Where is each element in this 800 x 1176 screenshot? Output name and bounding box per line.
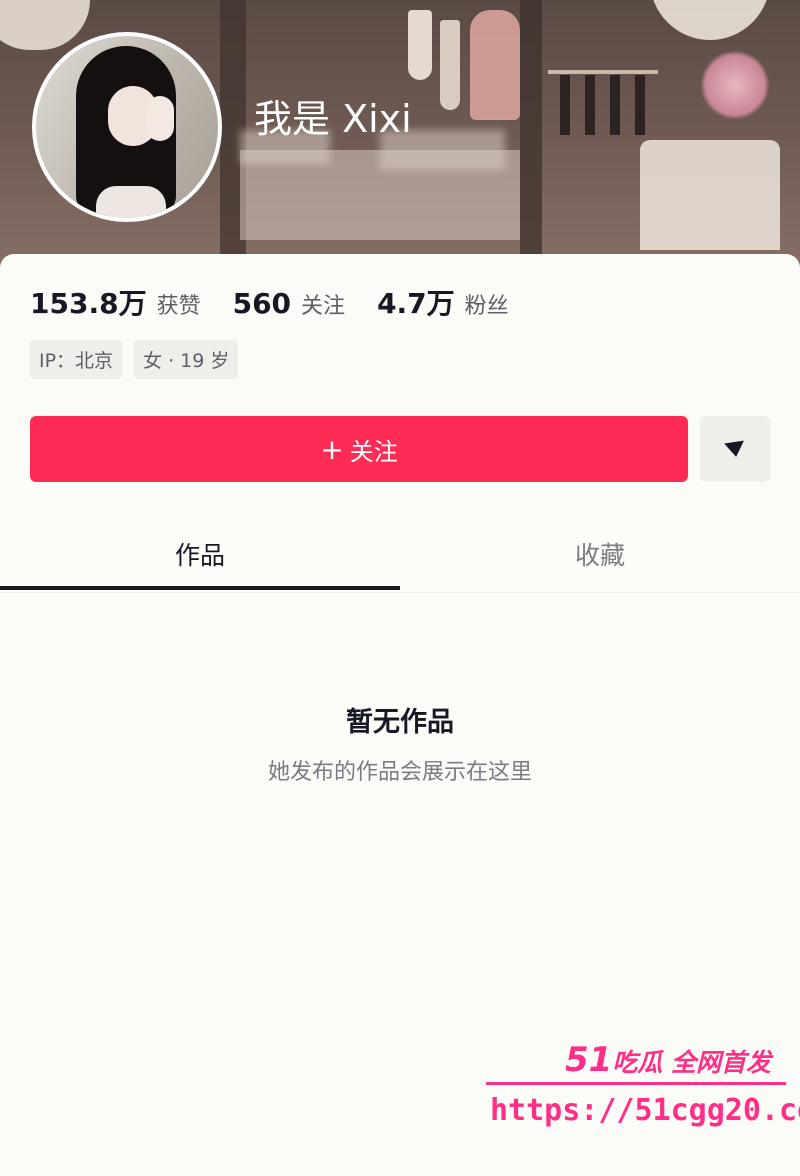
watermark-divider <box>486 1082 786 1085</box>
watermark-brand: 51吃瓜 全网首发 <box>565 1040 771 1080</box>
watermark-brand-number: 51 <box>565 1040 613 1080</box>
avatar[interactable] <box>32 32 222 222</box>
profile-nickname: 我是 Xixi <box>254 97 412 141</box>
profile-cover: 我是 Xixi <box>0 0 800 290</box>
cover-flowers <box>700 50 770 120</box>
avatar-image <box>36 36 218 218</box>
watermark-brand-text: 吃瓜 全网首发 <box>612 1048 772 1077</box>
cover-figure <box>470 10 520 120</box>
follow-label: 关注 <box>349 437 398 466</box>
follow-button[interactable]: + 关注 <box>30 416 688 482</box>
triangle-down-icon <box>724 440 744 457</box>
profile-stats: 153.8万 获赞 560 关注 4.7万 粉丝 <box>30 282 541 322</box>
tab-works[interactable]: 作品 <box>0 516 400 592</box>
profile-card: 153.8万 获赞 560 关注 4.7万 粉丝 IP：北京 女 · 19 岁 … <box>0 254 800 1176</box>
ip-location-tag: IP：北京 <box>30 340 123 379</box>
cover-clothes-rack <box>548 70 658 74</box>
following-label[interactable]: 关注 <box>301 288 345 320</box>
cover-side-table <box>640 140 780 250</box>
likes-label[interactable]: 获赞 <box>157 288 201 320</box>
cover-lamp-right <box>650 0 770 40</box>
cover-lamp-left <box>0 0 90 50</box>
watermark-url: https://51cgg20.com <box>490 1093 800 1128</box>
following-count: 560 <box>232 287 292 320</box>
tab-favorites[interactable]: 收藏 <box>400 516 800 592</box>
followers-count: 4.7万 <box>377 287 455 320</box>
cover-hanger <box>635 75 645 135</box>
empty-state-title: 暂无作品 <box>346 707 454 738</box>
cover-hanger <box>585 75 595 135</box>
cover-hanger <box>560 75 570 135</box>
cover-tassel <box>408 10 432 80</box>
profile-tags: IP：北京 女 · 19 岁 <box>30 340 239 379</box>
content-tabs: 作品 收藏 <box>0 516 800 593</box>
gender-age-tag: 女 · 19 岁 <box>134 340 239 379</box>
plus-icon: + <box>320 432 344 466</box>
cover-tassel-2 <box>440 20 460 110</box>
cover-pillar-right <box>520 0 542 290</box>
cover-hanger <box>610 75 620 135</box>
more-options-button[interactable] <box>700 416 770 482</box>
active-tab-indicator <box>0 586 400 590</box>
likes-count: 153.8万 <box>30 287 147 320</box>
followers-label[interactable]: 粉丝 <box>465 288 509 320</box>
empty-state-subtitle: 她发布的作品会展示在这里 <box>267 760 532 785</box>
